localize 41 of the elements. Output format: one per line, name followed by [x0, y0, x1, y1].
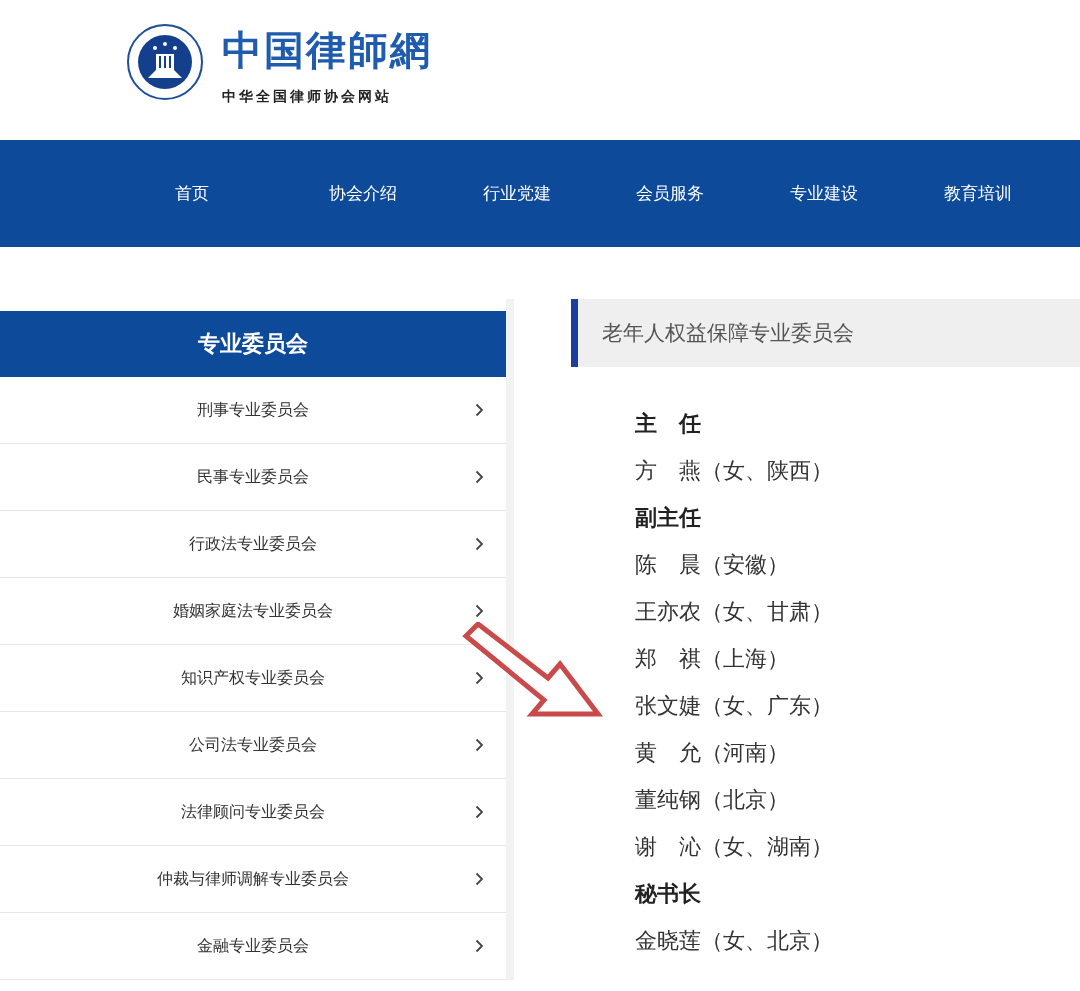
sidebar-item[interactable]: 金融专业委员会	[0, 935, 506, 957]
sidebar-item[interactable]: 知识产权专业委员会	[0, 667, 506, 689]
role-heading: 秘书长	[635, 880, 702, 908]
chevron-right-icon	[475, 671, 484, 685]
nav-link[interactable]: 首页	[157, 182, 311, 205]
chevron-right-icon	[475, 470, 484, 484]
site-logo-title: 中国律師網	[222, 24, 432, 75]
chevron-right-icon	[475, 537, 484, 551]
sidebar-item[interactable]: 仲裁与律师调解专业委员会	[0, 868, 506, 890]
sidebar-item[interactable]: 公司法专业委员会	[0, 734, 506, 756]
member-entry: 王亦农（女、甘肃）	[635, 598, 834, 626]
sidebar-item[interactable]: 行政法专业委员会	[0, 533, 506, 555]
association-emblem-icon	[126, 23, 204, 101]
chevron-right-icon	[475, 403, 484, 417]
nav-link[interactable]: 协会介绍	[310, 182, 465, 205]
nav-link[interactable]: 专业建设	[772, 182, 927, 205]
role-heading: 副主任	[635, 504, 702, 532]
role-heading: 主 任	[635, 410, 702, 438]
sidebar-item[interactable]: 刑事专业委员会	[0, 399, 506, 421]
section-title: 老年人权益保障专业委员会	[571, 299, 1080, 367]
member-entry: 张文婕（女、广东）	[635, 692, 834, 720]
member-entry: 金晓莲（女、北京）	[635, 927, 834, 955]
member-entry: 郑 祺（上海）	[635, 645, 790, 673]
nav-link[interactable]: 教育培训	[926, 182, 1080, 205]
sidebar-item[interactable]: 民事专业委员会	[0, 466, 506, 488]
member-entry: 方 燕（女、陕西）	[635, 457, 834, 485]
chevron-right-icon	[475, 872, 484, 886]
member-entry: 陈 晨（安徽）	[635, 551, 790, 579]
member-entry: 董纯钢（北京）	[635, 786, 790, 814]
sidebar-title: 专业委员会	[0, 311, 506, 377]
sidebar-item[interactable]: 婚姻家庭法专业委员会	[0, 600, 506, 622]
nav-link[interactable]: 行业党建	[464, 182, 619, 205]
chevron-right-icon	[475, 604, 484, 618]
chevron-right-icon	[475, 738, 484, 752]
nav-link[interactable]: 会员服务	[618, 182, 773, 205]
sidebar-item[interactable]: 法律顾问专业委员会	[0, 801, 506, 823]
site-logo-subtitle: 中华全国律师协会网站	[222, 87, 393, 106]
chevron-right-icon	[475, 939, 484, 953]
member-entry: 谢 沁（女、湖南）	[635, 833, 834, 861]
chevron-right-icon	[475, 805, 484, 819]
member-entry: 黄 允（河南）	[635, 739, 790, 767]
